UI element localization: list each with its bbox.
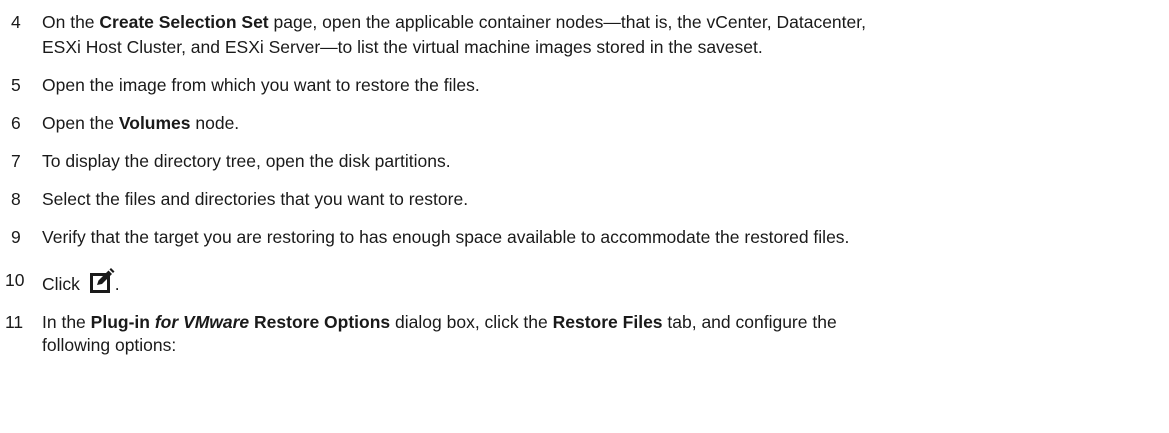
step-text: To display the directory tree, open the … bbox=[42, 151, 451, 171]
step-text: Open the Volumes node. bbox=[42, 113, 240, 133]
step-text: On the Create Selection Set page, open t… bbox=[42, 12, 866, 32]
dialog-name-bold: Restore Options bbox=[254, 312, 391, 332]
step-text: Verify that the target you are restoring… bbox=[42, 227, 850, 247]
plugin-product-italic: for VMware bbox=[154, 312, 250, 332]
tab-name-bold: Restore Files bbox=[552, 312, 663, 332]
step-number: 4 bbox=[11, 12, 21, 32]
step-number: 5 bbox=[11, 75, 21, 95]
step-number: 6 bbox=[11, 113, 21, 133]
step-text: In the Plug-in for VMware Restore Option… bbox=[42, 312, 837, 332]
step-text: Open the image from which you want to re… bbox=[42, 75, 480, 95]
step-number: 7 bbox=[11, 151, 21, 171]
procedure-steps: 4 On the Create Selection Set page, open… bbox=[0, 0, 1169, 433]
step-number: 10 bbox=[5, 270, 25, 290]
node-name-bold: Volumes bbox=[118, 113, 191, 133]
step-text: Select the files and directories that yo… bbox=[42, 189, 469, 209]
step-number: 11 bbox=[5, 312, 24, 332]
plugin-name-bold: Plug-in bbox=[90, 312, 150, 332]
step-text: Click . bbox=[42, 268, 120, 297]
step-text: following options: bbox=[42, 335, 177, 355]
edit-icon bbox=[89, 268, 115, 294]
step-text: ESXi Host Cluster, and ESXi Server—to li… bbox=[42, 37, 763, 57]
page-name-bold: Create Selection Set bbox=[99, 12, 269, 32]
step-number: 8 bbox=[11, 189, 21, 209]
step-number: 9 bbox=[11, 227, 21, 247]
